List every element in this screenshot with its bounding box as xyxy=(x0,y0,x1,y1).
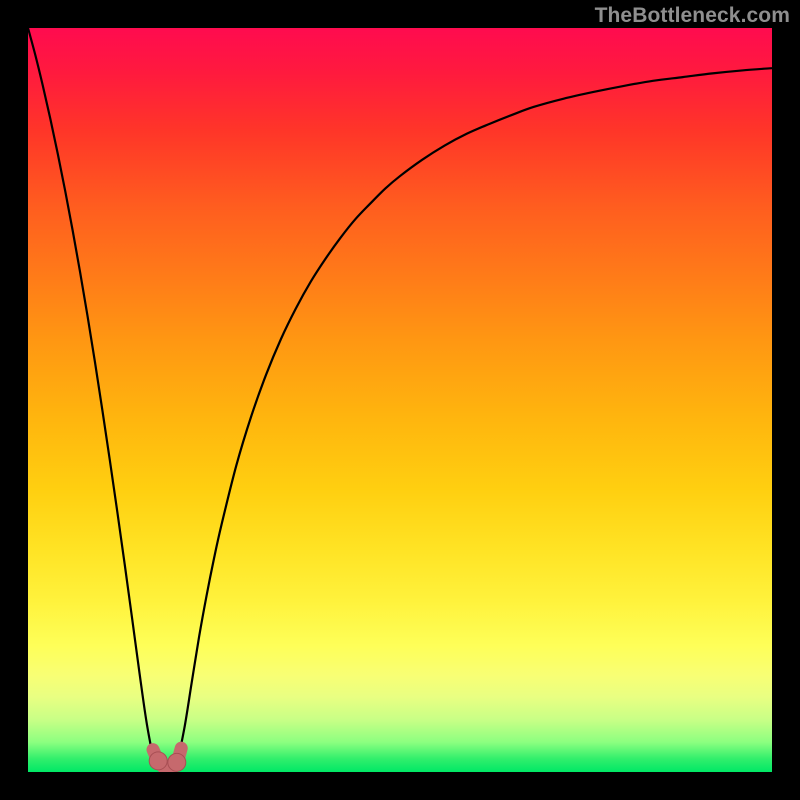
bottleneck-curve xyxy=(28,28,772,772)
chart-frame: TheBottleneck.com xyxy=(0,0,800,800)
curve-path xyxy=(28,28,772,771)
marker-dot xyxy=(168,753,186,771)
watermark-text: TheBottleneck.com xyxy=(595,4,790,28)
chart-plot-area xyxy=(28,28,772,772)
marker-dot xyxy=(149,752,167,770)
